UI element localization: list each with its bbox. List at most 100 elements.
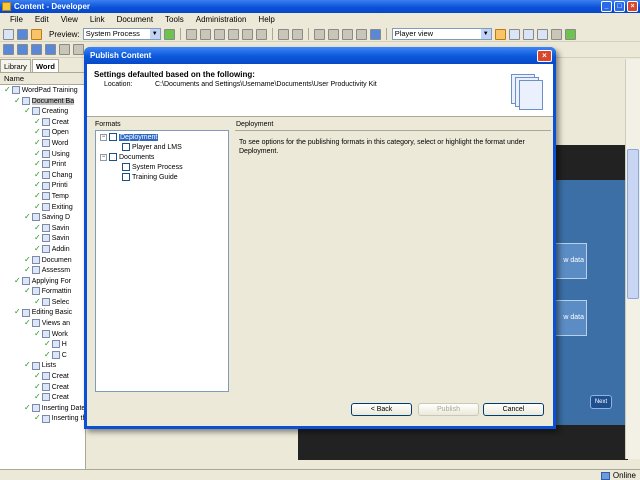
vertical-scrollbar[interactable] <box>625 59 640 459</box>
format-checkbox[interactable] <box>122 143 130 152</box>
menu-help[interactable]: Help <box>252 13 280 27</box>
menu-view[interactable]: View <box>55 13 84 27</box>
undo-icon[interactable] <box>277 28 289 40</box>
help-icon[interactable] <box>369 28 381 40</box>
save-icon[interactable] <box>17 28 28 40</box>
topic-icon[interactable] <box>31 44 42 55</box>
collapse-icon[interactable]: − <box>100 153 107 161</box>
delete-icon[interactable] <box>227 28 239 40</box>
tree-item[interactable]: ✓ Saving D <box>0 212 85 223</box>
check-spelling-icon[interactable] <box>341 28 353 40</box>
folder-icon[interactable] <box>550 28 562 40</box>
format-system-process[interactable]: System Process <box>122 163 183 172</box>
tree-item[interactable]: ✓ Creat <box>0 382 85 393</box>
tab-word[interactable]: Word <box>31 59 59 72</box>
tree-item[interactable]: ✓ Exiting <box>0 202 85 213</box>
format-deployment[interactable]: − Deployment <box>100 133 159 142</box>
expand-icon[interactable] <box>327 28 339 40</box>
tree-item[interactable]: ✓ Using <box>0 149 85 160</box>
document-icon[interactable] <box>45 44 56 55</box>
replace-icon[interactable] <box>355 28 367 40</box>
menu-file[interactable]: File <box>4 13 29 27</box>
layout-icon[interactable] <box>494 28 506 40</box>
paste-icon[interactable] <box>213 28 225 40</box>
scrollbar-thumb[interactable] <box>627 149 639 299</box>
tree-item[interactable]: ✓ Open <box>0 127 85 138</box>
tree-item[interactable]: ✓ Savin <box>0 223 85 234</box>
next-button[interactable]: Next <box>590 395 612 409</box>
tree-item[interactable]: ✓ Chang <box>0 170 85 181</box>
cancel-button[interactable]: Cancel <box>483 403 544 416</box>
tree-item[interactable]: ✓ Selec <box>0 297 85 308</box>
tree-item[interactable]: ✓ Editing Basic <box>0 307 85 318</box>
cut-icon[interactable] <box>185 28 197 40</box>
checkmark-icon: ✓ <box>34 381 41 391</box>
publish-icon[interactable] <box>31 28 42 40</box>
tree-item[interactable]: ✓ Assessm <box>0 265 85 276</box>
go-icon[interactable] <box>163 28 175 40</box>
preview-select[interactable]: System Process ▼ <box>82 28 161 40</box>
find-icon[interactable] <box>255 28 267 40</box>
tree-item[interactable]: ✓ Creat <box>0 371 85 382</box>
format-checkbox[interactable] <box>109 133 117 142</box>
tree-item[interactable]: ✓ H <box>0 339 85 350</box>
format-checkbox[interactable] <box>122 163 130 172</box>
back-button[interactable]: < Back <box>351 403 412 416</box>
tab-library[interactable]: Library <box>0 59 31 72</box>
arrow-right-icon[interactable] <box>73 44 84 55</box>
close-window-button[interactable]: × <box>627 1 638 12</box>
name-column-header[interactable]: Name <box>0 73 85 85</box>
tree-item[interactable]: ✓ Views an <box>0 318 85 329</box>
format-training-guide[interactable]: Training Guide <box>122 173 178 182</box>
minimize-button[interactable]: _ <box>601 1 612 12</box>
tree-item[interactable]: ✓ Temp <box>0 191 85 202</box>
tree-item[interactable]: ✓ Lists <box>0 360 85 371</box>
tree-item[interactable]: ✓ Print <box>0 159 85 170</box>
format-player-and-lms[interactable]: Player and LMS <box>122 143 182 152</box>
redo-icon[interactable] <box>291 28 303 40</box>
view-select[interactable]: Player view ▼ <box>391 28 492 40</box>
tree-item[interactable]: ✓ Applying For <box>0 276 85 287</box>
checkmark-icon: ✓ <box>24 265 31 275</box>
format-documents[interactable]: − Documents <box>100 153 154 162</box>
menu-administration[interactable]: Administration <box>190 13 253 27</box>
publish-button[interactable]: Publish <box>418 403 479 416</box>
properties-icon[interactable] <box>241 28 253 40</box>
collapse-icon[interactable]: − <box>100 133 107 141</box>
tree-item[interactable]: ✓ C <box>0 350 85 361</box>
tree-item[interactable]: ✓ Creat <box>0 392 85 403</box>
layout-icon[interactable] <box>522 28 534 40</box>
tree-item[interactable]: ✓ Printi <box>0 180 85 191</box>
tree-item[interactable]: ✓ Work <box>0 329 85 340</box>
format-checkbox[interactable] <box>122 173 130 182</box>
tree-item[interactable]: ✓ Inserting Dates and Objects <box>0 403 85 414</box>
tree-item[interactable]: ✓ Document Ba <box>0 96 85 107</box>
layout-icon[interactable] <box>536 28 548 40</box>
section-icon[interactable] <box>17 44 28 55</box>
copy-icon[interactable] <box>199 28 211 40</box>
tree-item[interactable]: ✓ Formattin <box>0 286 85 297</box>
tree-item[interactable]: ✓ Word <box>0 138 85 149</box>
dialog-close-button[interactable]: × <box>537 50 552 62</box>
tree-item[interactable]: ✓ Creat <box>0 117 85 128</box>
tree-item[interactable]: ✓ Savin <box>0 233 85 244</box>
topic-icon <box>41 149 50 158</box>
maximize-button[interactable]: □ <box>614 1 625 12</box>
tree-item-label: Applying For <box>31 277 71 285</box>
tree-item[interactable]: ✓ Documen <box>0 255 85 266</box>
arrow-left-icon[interactable] <box>59 44 70 55</box>
menu-link[interactable]: Link <box>84 13 111 27</box>
menu-document[interactable]: Document <box>111 13 159 27</box>
menu-edit[interactable]: Edit <box>29 13 55 27</box>
tree-item[interactable]: ✓ WordPad Training <box>0 85 85 96</box>
collapse-icon[interactable] <box>313 28 325 40</box>
format-checkbox[interactable] <box>109 153 117 162</box>
tree-item[interactable]: ✓ Creating <box>0 106 85 117</box>
menu-tools[interactable]: Tools <box>159 13 190 27</box>
open-icon[interactable] <box>3 28 14 40</box>
layout-icon[interactable] <box>508 28 520 40</box>
tree-item[interactable]: ✓ Addin <box>0 244 85 255</box>
tree-item[interactable]: ✓ Inserting the Date <box>0 413 85 424</box>
refresh-icon[interactable] <box>564 28 576 40</box>
module-icon[interactable] <box>3 44 14 55</box>
